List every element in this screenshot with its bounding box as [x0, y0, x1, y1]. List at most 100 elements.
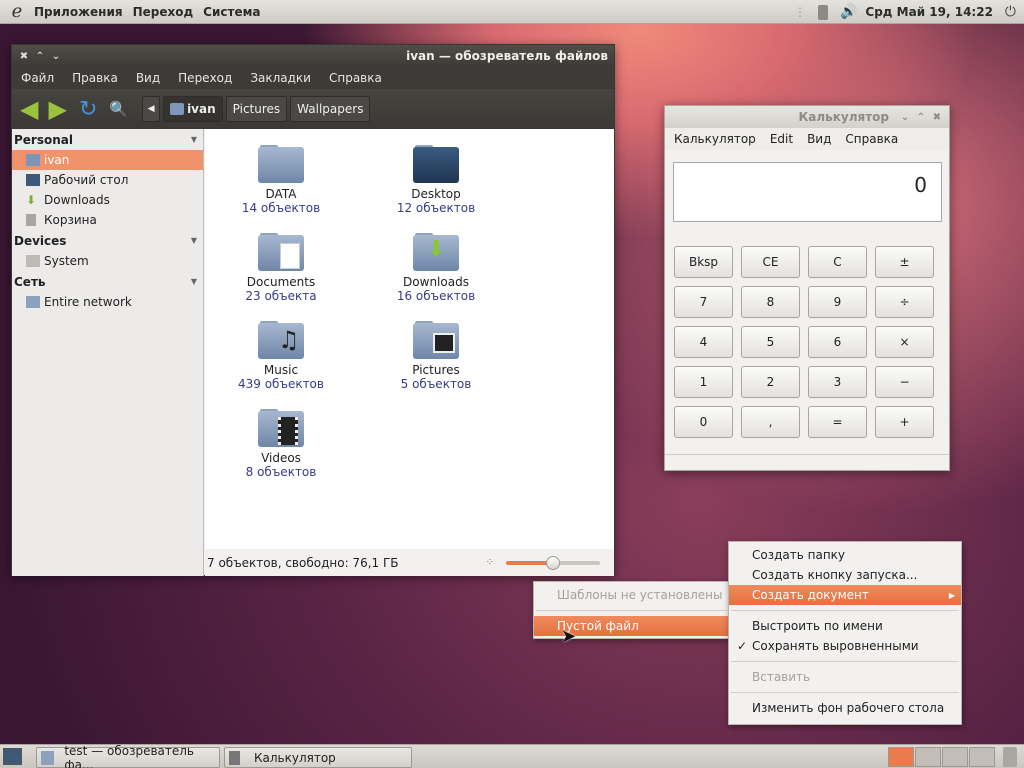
key-8[interactable]: 8	[741, 286, 800, 318]
status-text: 7 объектов, свободно: 76,1 ГБ	[207, 555, 399, 570]
sidebar-section-personal[interactable]: Personal ▼	[12, 129, 203, 150]
key-bksp[interactable]: Bksp	[674, 246, 733, 278]
calculator-titlebar[interactable]: Калькулятор ⌄ ⌃ ✖	[665, 106, 949, 128]
collapse-arrow-icon[interactable]: ▼	[191, 277, 197, 286]
close-icon[interactable]: ✖	[16, 51, 32, 62]
system-menu[interactable]: Система	[203, 5, 260, 19]
key-ce[interactable]: CE	[741, 246, 800, 278]
menu-go[interactable]: Переход	[178, 71, 232, 85]
menu-item-arrange-by-name[interactable]: Выстроить по имени	[729, 616, 961, 636]
reload-icon[interactable]: ↻	[79, 97, 97, 122]
power-icon[interactable]: ⏻	[1005, 4, 1016, 20]
zoom-slider-knob[interactable]	[546, 555, 560, 570]
calculator-display[interactable]: 0	[673, 162, 942, 222]
menu-help[interactable]: Справка	[329, 71, 382, 85]
maximize-icon[interactable]: ⌄	[48, 51, 64, 62]
key-9[interactable]: 9	[808, 286, 867, 318]
section-title: Personal	[14, 132, 73, 147]
key-4[interactable]: 4	[674, 326, 733, 358]
sidebar-item-desktop[interactable]: Рабочий стол	[12, 170, 203, 190]
folder-name: Pictures	[412, 363, 460, 377]
workspace-4[interactable]	[969, 747, 995, 767]
downloads-folder-icon: ⬇	[413, 233, 459, 271]
panel-separator: ⋮	[793, 5, 806, 19]
workspace-3[interactable]	[942, 747, 968, 767]
folder-music[interactable]: ♫ Music 439 объектов	[221, 321, 341, 391]
folder-videos[interactable]: Videos 8 объектов	[221, 409, 341, 479]
key-5[interactable]: 5	[741, 326, 800, 358]
zoom-slider[interactable]	[506, 555, 600, 570]
sidebar-item-network[interactable]: Entire network	[12, 292, 203, 312]
close-icon[interactable]: ✖	[929, 112, 945, 123]
key-comma[interactable]: ,	[741, 406, 800, 438]
menu-edit[interactable]: Правка	[72, 71, 118, 85]
file-manager-titlebar[interactable]: ✖ ⌃ ⌄ ivan — обозреватель файлов	[12, 45, 614, 67]
menu-item-change-background[interactable]: Изменить фон рабочего стола	[729, 698, 961, 718]
usb-icon[interactable]	[817, 4, 828, 20]
sidebar-item-ivan[interactable]: ivan	[12, 150, 203, 170]
folder-data[interactable]: DATA 14 объектов	[221, 145, 341, 215]
workspace-1[interactable]	[888, 747, 914, 767]
trash-icon[interactable]	[1003, 747, 1017, 767]
menu-separator	[731, 692, 959, 693]
key-c[interactable]: C	[808, 246, 867, 278]
forward-arrow-icon[interactable]: ▶	[48, 95, 66, 123]
sidebar-section-network[interactable]: Сеть ▼	[12, 271, 203, 292]
key-equals[interactable]: =	[808, 406, 867, 438]
key-1[interactable]: 1	[674, 366, 733, 398]
folder-desktop[interactable]: Desktop 12 объектов	[376, 145, 496, 215]
key-3[interactable]: 3	[808, 366, 867, 398]
maximize-icon[interactable]: ⌃	[913, 112, 929, 123]
menu-calculator[interactable]: Калькулятор	[674, 132, 756, 146]
collapse-arrow-icon[interactable]: ▼	[191, 236, 197, 245]
folder-pictures[interactable]: Pictures 5 объектов	[376, 321, 496, 391]
menu-view[interactable]: Вид	[136, 71, 160, 85]
sidebar-item-downloads[interactable]: ⬇ Downloads	[12, 190, 203, 210]
key-7[interactable]: 7	[674, 286, 733, 318]
menu-item-create-launcher[interactable]: Создать кнопку запуска...	[729, 565, 961, 585]
key-2[interactable]: 2	[741, 366, 800, 398]
menu-bookmarks[interactable]: Закладки	[250, 71, 311, 85]
key-divide[interactable]: ÷	[875, 286, 934, 318]
menu-view[interactable]: Вид	[807, 132, 831, 146]
breadcrumb-ivan[interactable]: ivan	[163, 96, 223, 122]
clock[interactable]: Срд Май 19, 14:22	[865, 5, 993, 19]
menu-item-keep-aligned[interactable]: ✓ Сохранять выровненными	[729, 636, 961, 656]
search-icon[interactable]: 🔍	[109, 100, 128, 118]
key-multiply[interactable]: ×	[875, 326, 934, 358]
breadcrumb-left-arrow[interactable]: ◀	[142, 96, 161, 122]
key-0[interactable]: 0	[674, 406, 733, 438]
back-arrow-icon[interactable]: ◀	[20, 95, 38, 123]
breadcrumb-pictures[interactable]: Pictures	[225, 96, 288, 122]
pictures-folder-icon	[413, 321, 459, 359]
menu-edit[interactable]: Edit	[770, 132, 793, 146]
sidebar-section-devices[interactable]: Devices ▼	[12, 230, 203, 251]
ubuntu-logo-icon[interactable]: ℯ	[6, 1, 28, 23]
show-desktop-icon[interactable]	[3, 748, 22, 765]
menu-item-create-document[interactable]: Создать документ ▶	[729, 585, 961, 605]
key-plus[interactable]: +	[875, 406, 934, 438]
folder-downloads[interactable]: ⬇ Downloads 16 объектов	[376, 233, 496, 303]
minimize-icon[interactable]: ⌃	[32, 51, 48, 62]
menu-item-create-folder[interactable]: Создать папку	[729, 545, 961, 565]
folder-documents[interactable]: Documents 23 объекта	[221, 233, 341, 303]
collapse-arrow-icon[interactable]: ▼	[191, 135, 197, 144]
applications-menu[interactable]: Приложения	[34, 5, 123, 19]
folder-count: 439 объектов	[238, 377, 324, 391]
minimize-icon[interactable]: ⌄	[897, 112, 913, 123]
key-plusminus[interactable]: ±	[875, 246, 934, 278]
zoom-grid-icon[interactable]: ⁘	[486, 557, 494, 568]
sidebar-item-system[interactable]: System	[12, 251, 203, 271]
task-file-manager[interactable]: test — обозреватель фа...	[36, 744, 220, 768]
volume-icon[interactable]: 🔊	[840, 4, 857, 20]
sidebar-item-trash[interactable]: Корзина	[12, 210, 203, 230]
places-menu[interactable]: Переход	[133, 5, 194, 19]
menu-file[interactable]: Файл	[21, 71, 54, 85]
menu-separator	[536, 610, 727, 611]
menu-help[interactable]: Справка	[845, 132, 898, 146]
key-minus[interactable]: −	[875, 366, 934, 398]
workspace-2[interactable]	[915, 747, 941, 767]
key-6[interactable]: 6	[808, 326, 867, 358]
breadcrumb-wallpapers[interactable]: Wallpapers	[290, 96, 371, 122]
task-calculator[interactable]: Калькулятор	[224, 747, 412, 768]
